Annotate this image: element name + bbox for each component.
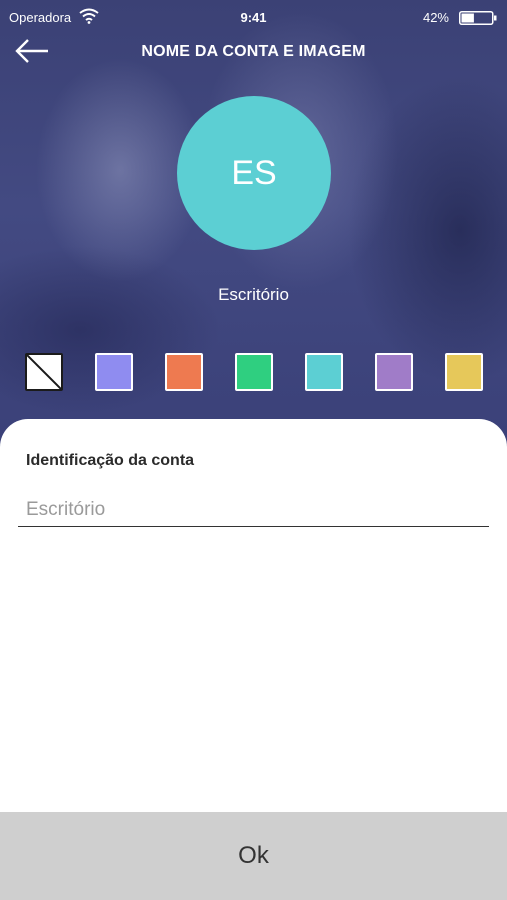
page-title: NOME DA CONTA E IMAGEM: [141, 43, 366, 60]
color-swatch-yellow[interactable]: [445, 353, 483, 391]
account-id-label: Identificação da conta: [26, 452, 195, 469]
battery-fill: [461, 13, 474, 23]
battery-percent: 42%: [422, 10, 449, 25]
no-color-icon: [27, 355, 61, 389]
color-swatch-purple[interactable]: [375, 353, 413, 391]
header-bar: NOME DA CONTA E IMAGEM: [0, 36, 507, 70]
battery-icon: [459, 11, 497, 25]
color-swatch-cyan[interactable]: [305, 353, 343, 391]
status-bar: Operadora 9:41 42%: [0, 0, 507, 36]
account-id-input[interactable]: [18, 493, 489, 527]
avatar-initials: ES: [231, 153, 277, 192]
account-name: Escritório: [218, 285, 289, 304]
avatar[interactable]: ES: [177, 96, 331, 250]
color-picker: [0, 353, 507, 395]
ok-label: Ok: [238, 842, 269, 869]
color-swatch-periwinkle[interactable]: [95, 353, 133, 391]
color-swatch-orange[interactable]: [165, 353, 203, 391]
form-sheet: Identificação da conta: [0, 419, 507, 812]
color-swatch-green[interactable]: [235, 353, 273, 391]
color-swatch-none[interactable]: [25, 353, 63, 391]
ok-button[interactable]: Ok: [0, 812, 507, 900]
